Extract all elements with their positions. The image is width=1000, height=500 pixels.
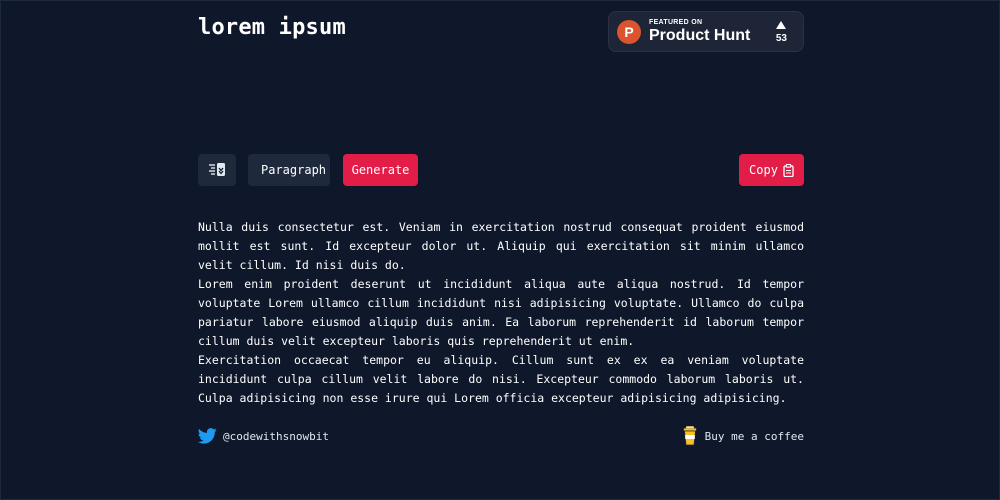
generated-paragraph: Exercitation occaecat tempor eu aliquip.… [198,353,804,405]
page-title: lorem ipsum [198,15,346,40]
clipboard-icon [783,163,794,177]
product-hunt-votes: 53 [776,18,787,44]
copy-button-label: Copy [749,163,778,177]
settings-button[interactable] [198,154,236,186]
twitter-handle: @codewithsnowbit [223,429,329,443]
coffee-cup-icon [682,426,697,446]
twitter-icon [198,428,217,444]
sliders-icon [209,163,225,176]
generated-paragraph: Lorem enim proident deserunt ut incididu… [198,277,804,348]
twitter-link[interactable]: @codewithsnowbit [198,425,329,447]
upvote-arrow-icon [776,21,787,29]
product-hunt-name: Product Hunt [649,27,751,44]
footer: @codewithsnowbit Buy me a coffee [198,425,804,447]
product-hunt-logo-icon: P [617,19,641,44]
buy-me-a-coffee-link[interactable]: Buy me a coffee [682,425,804,447]
product-hunt-featured-label: FEATURED ON [649,19,703,26]
product-hunt-logo-letter: P [624,23,634,40]
coffee-label: Buy me a coffee [704,429,804,443]
generated-text: Nulla duis consectetur est. Veniam in ex… [198,218,804,408]
generate-button[interactable]: Generate [343,154,418,186]
product-hunt-vote-count: 53 [775,33,787,44]
app-page: lorem ipsum P FEATURED ON Product Hunt 5… [0,0,1000,500]
type-select[interactable]: Paragraph [248,154,330,186]
product-hunt-badge[interactable]: P FEATURED ON Product Hunt 53 [608,11,804,52]
toolbar: Paragraph Generate Copy [198,154,804,186]
product-hunt-text: FEATURED ON Product Hunt [649,19,750,44]
generated-paragraph: Nulla duis consectetur est. Veniam in ex… [198,220,804,272]
copy-button[interactable]: Copy [739,154,804,186]
